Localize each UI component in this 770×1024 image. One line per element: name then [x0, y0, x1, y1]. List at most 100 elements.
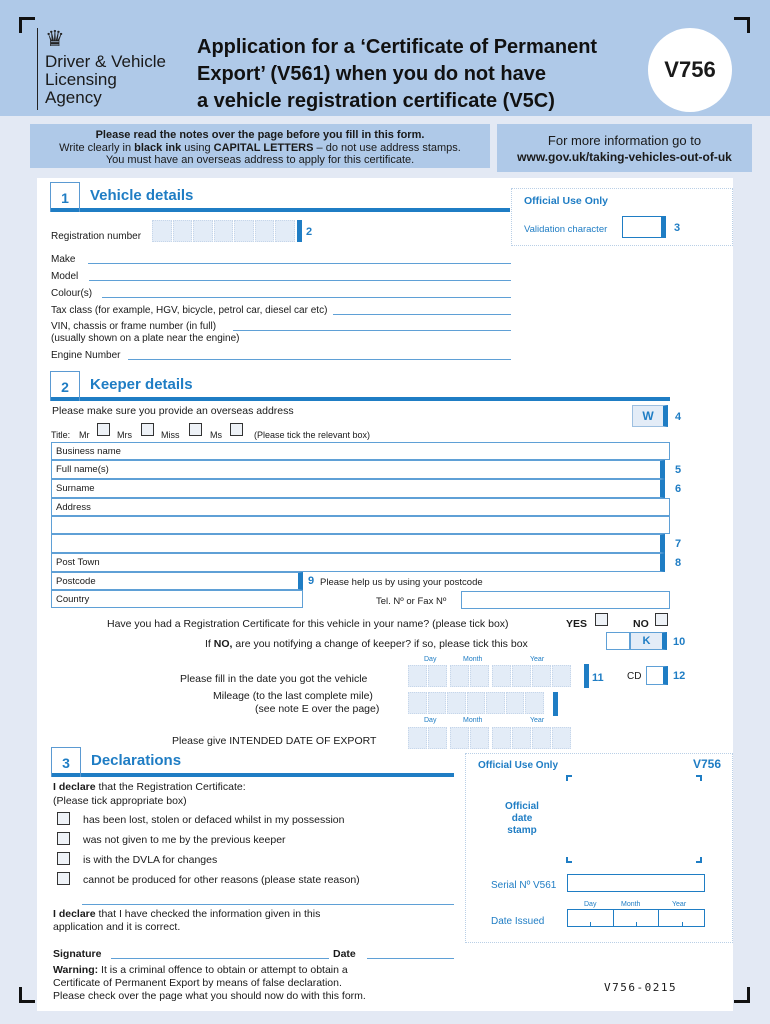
- overseas-note: Please make sure you provide an overseas…: [52, 405, 294, 417]
- title-line: a vehicle registration certificate (V5C): [197, 90, 555, 112]
- character-cell[interactable]: [470, 727, 489, 749]
- postcode-hint: Please help us by using your postcode: [320, 577, 483, 588]
- title-mr-checkbox[interactable]: [97, 423, 110, 436]
- date-issued-year[interactable]: [659, 910, 704, 926]
- title-option-label: Miss: [161, 430, 180, 440]
- date-input[interactable]: [367, 958, 454, 959]
- text: It is a criminal offence to obtain or at…: [98, 964, 348, 976]
- declare-checked-line2: application and it is correct.: [53, 921, 181, 933]
- stamp-corner: [566, 857, 572, 863]
- character-cell[interactable]: [447, 692, 466, 714]
- section-title: Vehicle details: [90, 187, 194, 204]
- signature-input[interactable]: [111, 958, 329, 959]
- character-cell[interactable]: [427, 692, 446, 714]
- text: are you notifying a change of keeper? if…: [232, 638, 528, 650]
- character-cell[interactable]: [408, 727, 427, 749]
- character-cell[interactable]: [552, 727, 571, 749]
- section-2-header: 2 Keeper details: [50, 371, 670, 401]
- notice-line: Write clearly in black ink using CAPITAL…: [30, 142, 490, 155]
- character-cell[interactable]: [512, 665, 531, 687]
- text: I declare: [53, 781, 96, 793]
- colour-input[interactable]: [102, 297, 511, 298]
- export-date-label: Please give INTENDED DATE OF EXPORT: [172, 735, 377, 747]
- character-cell[interactable]: [450, 665, 469, 687]
- declaration-option: has been lost, stolen or defaced whilst …: [83, 814, 345, 826]
- ref-number: 3: [674, 222, 681, 234]
- character-cell[interactable]: [152, 220, 172, 242]
- business-name-field[interactable]: Business name: [51, 442, 670, 460]
- declaration-option: was not given to me by the previous keep…: [83, 834, 286, 846]
- character-cell[interactable]: [213, 220, 233, 242]
- character-cell[interactable]: [512, 727, 531, 749]
- character-cell[interactable]: [532, 665, 551, 687]
- vin-input[interactable]: [233, 330, 511, 331]
- character-cell[interactable]: [193, 220, 213, 242]
- country-field[interactable]: Country: [51, 590, 303, 608]
- validation-input[interactable]: [622, 216, 666, 238]
- declaration-checkbox-lost[interactable]: [57, 812, 70, 825]
- stamp-line: stamp: [507, 825, 537, 836]
- post-town-field[interactable]: Post Town: [51, 553, 665, 572]
- reg-cert-question: Have you had a Registration Certificate …: [107, 618, 509, 630]
- title-line: Export’ (V561) when you do not have: [197, 63, 546, 85]
- address-line-2-field[interactable]: [51, 516, 670, 534]
- postcode-field[interactable]: Postcode: [51, 572, 303, 590]
- character-cell[interactable]: [428, 727, 447, 749]
- character-cell[interactable]: [234, 220, 254, 242]
- character-cell[interactable]: [254, 220, 274, 242]
- year-label: Year: [530, 717, 545, 724]
- character-cell[interactable]: [552, 665, 571, 687]
- day-label: Day: [424, 656, 437, 663]
- surname-field[interactable]: Surname: [51, 479, 665, 498]
- title-miss-checkbox[interactable]: [189, 423, 202, 436]
- character-cell[interactable]: [505, 692, 524, 714]
- declaration-checkbox-other[interactable]: [57, 872, 70, 885]
- cd-input[interactable]: [646, 666, 668, 685]
- tax-class-input[interactable]: [333, 314, 511, 315]
- character-cell[interactable]: [275, 220, 295, 242]
- model-input[interactable]: [89, 280, 511, 281]
- character-cell[interactable]: [172, 220, 192, 242]
- serial-input[interactable]: [567, 874, 705, 892]
- make-input[interactable]: [88, 263, 511, 264]
- declaration-checkbox-with-dvla[interactable]: [57, 852, 70, 865]
- character-cell[interactable]: [450, 727, 469, 749]
- engine-label: Engine Number: [51, 350, 121, 361]
- ref-number: 6: [675, 483, 682, 495]
- character-cell[interactable]: [492, 727, 511, 749]
- character-cell[interactable]: [408, 692, 427, 714]
- title-mrs-checkbox[interactable]: [141, 423, 154, 436]
- yes-checkbox[interactable]: [595, 613, 608, 626]
- character-cell[interactable]: [492, 665, 511, 687]
- info-link[interactable]: www.gov.uk/taking-vehicles-out-of-uk: [497, 149, 752, 165]
- date-issued-input[interactable]: [567, 909, 705, 927]
- date-issued-day[interactable]: [568, 910, 614, 926]
- character-cell[interactable]: [486, 692, 505, 714]
- day-label: Day: [584, 901, 597, 908]
- stamp-line: Official: [505, 801, 539, 812]
- change-keeper-checkbox[interactable]: [606, 632, 630, 650]
- character-cell[interactable]: [428, 665, 447, 687]
- character-cell[interactable]: [470, 665, 489, 687]
- character-cell[interactable]: [525, 692, 544, 714]
- title-ms-checkbox[interactable]: [230, 423, 243, 436]
- date-issued-month[interactable]: [614, 910, 660, 926]
- no-checkbox[interactable]: [655, 613, 668, 626]
- character-cell[interactable]: [532, 727, 551, 749]
- address-field[interactable]: Address: [51, 498, 670, 516]
- character-cell[interactable]: [408, 665, 427, 687]
- full-name-field[interactable]: Full name(s): [51, 460, 665, 479]
- declaration-checkbox-not-given[interactable]: [57, 832, 70, 845]
- ref-number: 8: [675, 557, 682, 569]
- org-line: Driver & Vehicle: [45, 52, 166, 71]
- character-cell[interactable]: [466, 692, 485, 714]
- org-line: Agency: [45, 88, 102, 107]
- section-number: 3: [51, 747, 81, 777]
- official-use-title: Official Use Only: [478, 760, 559, 771]
- reason-input[interactable]: [82, 904, 454, 905]
- text: CAPITAL LETTERS: [213, 141, 314, 154]
- address-line-3-field[interactable]: [51, 534, 665, 553]
- engine-input[interactable]: [128, 359, 511, 360]
- tel-field[interactable]: [461, 591, 670, 609]
- ref-number: 9: [308, 575, 315, 587]
